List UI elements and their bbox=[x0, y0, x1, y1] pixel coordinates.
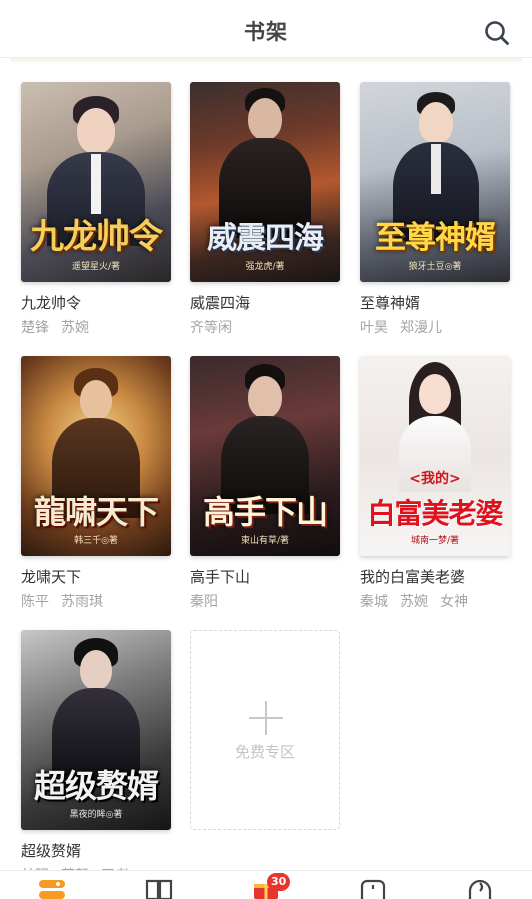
free-zone-button[interactable]: 免费专区 bbox=[190, 630, 340, 830]
book-tag: 齐等闲 bbox=[190, 320, 232, 336]
cover-author: 城南一梦/著 bbox=[410, 536, 460, 546]
book-item[interactable]: 至尊神婿 狼牙土豆◎著 至尊神婿 叶昊 郑漫儿 bbox=[360, 82, 512, 337]
book-cover[interactable]: 威震四海 强龙虎/著 bbox=[190, 82, 340, 282]
book-title: 威震四海 bbox=[190, 294, 251, 312]
book-cover[interactable]: 超级赘婿 黑夜的眸◎著 bbox=[21, 630, 171, 830]
plus-icon bbox=[249, 701, 283, 735]
book-cover[interactable]: <我的> 白富美老婆 城南一梦/著 bbox=[360, 356, 510, 556]
book-cover[interactable]: 高手下山 東山有草/著 bbox=[190, 356, 340, 556]
book-tag: 苏婉 bbox=[400, 594, 428, 610]
book-cover[interactable]: 龍啸天下 韩三千◎著 bbox=[21, 356, 171, 556]
cover-author: 强龙虎/著 bbox=[245, 262, 285, 272]
book-title: 龙啸天下 bbox=[21, 568, 82, 586]
cover-author: 韩三千◎著 bbox=[74, 536, 118, 546]
bottom-tab-bar: 30 bbox=[0, 870, 532, 899]
book-tags: 秦城 苏婉 女神 bbox=[360, 591, 512, 611]
cover-author: 東山有草/著 bbox=[240, 536, 290, 546]
cover-title: 龍啸天下 bbox=[33, 493, 159, 531]
cover-title: 超级赘婿 bbox=[33, 767, 159, 805]
cover-subtitle: <我的> bbox=[409, 471, 461, 487]
book-tag: 苏雨琪 bbox=[61, 594, 103, 610]
cover-author: 黑夜的眸◎著 bbox=[69, 810, 123, 820]
book-tags: 叶昊 郑漫儿 bbox=[360, 317, 512, 337]
book-title: 高手下山 bbox=[190, 568, 251, 586]
book-tags: 秦阳 bbox=[190, 591, 342, 611]
book-cover[interactable]: 至尊神婿 狼牙土豆◎著 bbox=[360, 82, 510, 282]
cover-title: 白富美老婆 bbox=[367, 497, 503, 530]
book-tags: 齐等闲 bbox=[190, 317, 342, 337]
profile-icon[interactable] bbox=[465, 877, 495, 899]
book-item[interactable]: 超级赘婿 黑夜的眸◎著 超级赘婿 林阳苏颜王者 bbox=[21, 630, 173, 870]
bookshelf-grid: 九龙帅令 遥望星火/著 九龙帅令 楚锋 苏婉 威震四海 强龙虎/著 威震四海 齐等… bbox=[0, 58, 532, 870]
book-tag: 叶昊 bbox=[360, 320, 388, 336]
book-item[interactable]: 龍啸天下 韩三千◎著 龙啸天下 陈平 苏雨琪 bbox=[21, 356, 173, 611]
book-cover[interactable]: 九龙帅令 遥望星火/著 bbox=[21, 82, 171, 282]
top-bar: 书架 bbox=[0, 0, 532, 64]
book-title: 我的白富美老婆 bbox=[360, 568, 466, 586]
book-item[interactable]: 威震四海 强龙虎/著 威震四海 齐等闲 bbox=[190, 82, 342, 337]
cover-author: 遥望星火/著 bbox=[71, 262, 121, 272]
cover-title: 高手下山 bbox=[202, 493, 328, 531]
book-tag: 秦城 bbox=[360, 594, 388, 610]
book-title: 超级赘婿 bbox=[21, 842, 82, 860]
book-title: 至尊神婿 bbox=[360, 294, 421, 312]
page-title: 书架 bbox=[244, 20, 288, 44]
cover-author: 狼牙土豆◎著 bbox=[408, 262, 462, 272]
book-tag: 楚锋 bbox=[21, 320, 49, 336]
book-tag: 陈平 bbox=[21, 594, 49, 610]
cover-title: 至尊神婿 bbox=[375, 220, 496, 256]
cover-title: 九龙帅令 bbox=[30, 217, 163, 257]
gift-tab[interactable]: 30 bbox=[251, 873, 291, 899]
book-tag: 秦阳 bbox=[190, 594, 218, 610]
book-item[interactable]: 高手下山 東山有草/著 高手下山 秦阳 bbox=[190, 356, 342, 611]
book-store-icon[interactable] bbox=[144, 877, 174, 899]
free-zone-label: 免费专区 bbox=[234, 743, 295, 761]
bookshelf-icon[interactable] bbox=[37, 877, 67, 899]
category-icon[interactable] bbox=[358, 877, 388, 899]
book-item[interactable]: <我的> 白富美老婆 城南一梦/著 我的白富美老婆 秦城 苏婉 女神 bbox=[360, 356, 512, 611]
book-tags: 楚锋 苏婉 bbox=[21, 317, 173, 337]
book-tag: 苏婉 bbox=[61, 320, 89, 336]
book-title: 九龙帅令 bbox=[21, 294, 82, 312]
book-tag: 郑漫儿 bbox=[400, 320, 442, 336]
gift-badge: 30 bbox=[267, 873, 291, 891]
book-tag: 女神 bbox=[440, 594, 468, 610]
search-icon[interactable] bbox=[484, 20, 510, 46]
book-item[interactable]: 九龙帅令 遥望星火/著 九龙帅令 楚锋 苏婉 bbox=[21, 82, 173, 337]
book-tags: 陈平 苏雨琪 bbox=[21, 591, 173, 611]
cover-title: 威震四海 bbox=[207, 221, 324, 256]
